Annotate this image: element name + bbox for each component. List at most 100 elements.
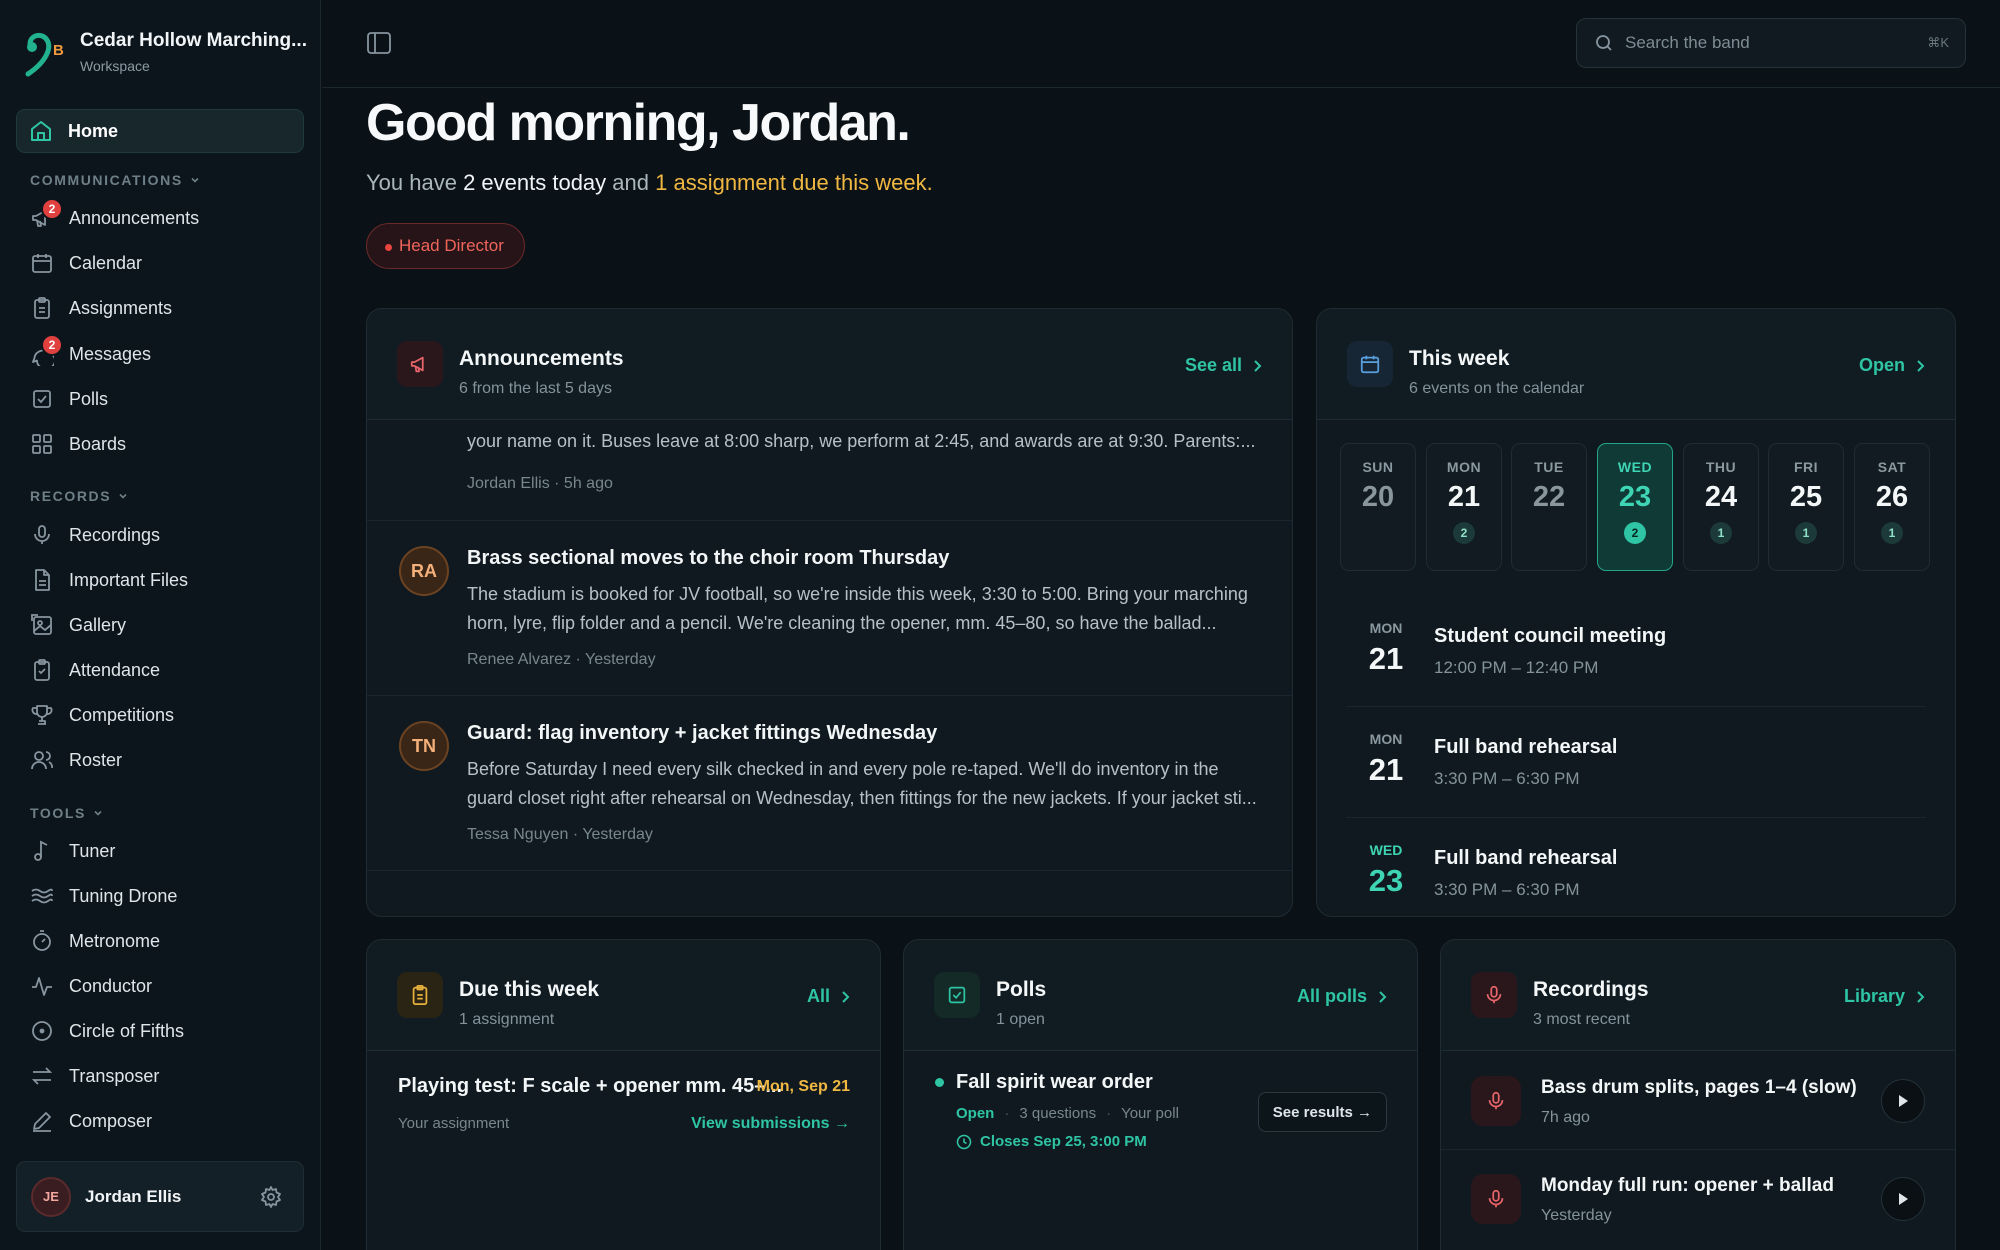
play-button[interactable] <box>1881 1079 1925 1123</box>
section-title: RECORDS <box>30 488 112 504</box>
day-name: SUN <box>1362 459 1394 475</box>
sidebar-item-label: Messages <box>69 343 152 364</box>
event-count-badge: 1 <box>1795 522 1817 544</box>
megaphone-icon: 2 <box>30 198 63 230</box>
sidebar-item-attendance[interactable]: Attendance <box>30 655 160 685</box>
sidebar-item-important-files[interactable]: Important Files <box>30 565 188 595</box>
recording-item[interactable]: Bass drum splits, pages 1–4 (slow) 7h ag… <box>1441 1052 1955 1150</box>
section-records[interactable]: RECORDS <box>30 488 129 504</box>
avatar: TN <box>399 721 449 771</box>
see-results-button[interactable]: See results → <box>1257 1092 1387 1132</box>
event-item[interactable]: MON 21 Student council meeting 12:00 PM … <box>1346 596 1926 707</box>
announcement-meta: Jordan Ellis · 5h ago <box>467 475 613 492</box>
announcement-item[interactable]: your name on it. Buses leave at 8:00 sha… <box>367 421 1292 521</box>
sidebar-item-tuner[interactable]: Tuner <box>30 836 115 866</box>
sidebar-item-announcements[interactable]: 2 Announcements <box>30 198 199 233</box>
day-thu[interactable]: THU 24 1 <box>1683 443 1759 571</box>
sidebar-item-boards[interactable]: Boards <box>30 429 126 459</box>
image-icon <box>30 613 54 637</box>
mic-icon <box>1471 1076 1521 1126</box>
workspace-label: Workspace <box>80 58 150 74</box>
announcement-title: Guard: flag inventory + jacket fittings … <box>467 722 938 744</box>
section-communications[interactable]: COMMUNICATIONS <box>30 172 201 188</box>
clock-icon <box>956 1134 972 1149</box>
sidebar-item-label: Polls <box>69 388 109 409</box>
sidebar-item-roster[interactable]: Roster <box>30 745 122 775</box>
assignment-title: Playing test: F scale + opener mm. 45–..… <box>398 1075 783 1097</box>
card-title: Recordings <box>1533 978 1649 1001</box>
sidebar-item-competitions[interactable]: Competitions <box>30 700 174 730</box>
event-title: Full band rehearsal <box>1434 847 1618 869</box>
day-tue[interactable]: TUE 22 <box>1511 443 1587 571</box>
event-title: Full band rehearsal <box>1434 736 1618 758</box>
all-polls-link[interactable]: All polls <box>1297 986 1387 1007</box>
all-assignments-link[interactable]: All <box>807 986 850 1007</box>
sidebar-item-calendar[interactable]: Calendar <box>30 248 142 278</box>
library-link[interactable]: Library <box>1844 986 1925 1007</box>
event-item[interactable]: WED 23 Full band rehearsal 3:30 PM – 6:3… <box>1346 818 1926 913</box>
announcement-body: The stadium is booked for JV football, s… <box>467 584 1248 633</box>
brand[interactable]: B Cedar Hollow Marching... Workspace <box>22 30 307 80</box>
card-header: Recordings 3 most recent Library <box>1441 940 1955 1051</box>
assignment-due-link[interactable]: 1 assignment due this week. <box>655 170 933 195</box>
sidebar-item-gallery[interactable]: Gallery <box>30 610 126 640</box>
sidebar-item-circle-of-fifths[interactable]: Circle of Fifths <box>30 1016 184 1046</box>
see-all-link[interactable]: See all <box>1185 355 1262 376</box>
sidebar-item-transposer[interactable]: Transposer <box>30 1061 159 1091</box>
play-button[interactable] <box>1881 1177 1925 1221</box>
waves-icon <box>30 884 54 908</box>
assignment-owner: Your assignment <box>398 1115 510 1132</box>
music-note-icon <box>30 839 54 863</box>
search-input[interactable]: Search the band ⌘K <box>1576 18 1966 68</box>
user-menu[interactable]: JE Jordan Ellis <box>16 1161 304 1232</box>
gear-icon[interactable] <box>259 1185 283 1209</box>
sidebar-item-tuning-drone[interactable]: Tuning Drone <box>30 881 177 911</box>
day-fri[interactable]: FRI 25 1 <box>1768 443 1844 571</box>
section-tools[interactable]: TOOLS <box>30 805 104 821</box>
day-name: SAT <box>1877 459 1907 475</box>
announcement-item[interactable]: TN Guard: flag inventory + jacket fittin… <box>367 696 1292 871</box>
event-time: 3:30 PM – 6:30 PM <box>1434 880 1580 899</box>
chevron-right-icon <box>842 990 850 1003</box>
chevron-down-icon <box>191 177 199 183</box>
user-name: Jordan Ellis <box>85 1186 182 1206</box>
sidebar-item-polls[interactable]: Polls <box>30 384 108 414</box>
event-time: 12:00 PM – 12:40 PM <box>1434 658 1599 677</box>
chevron-right-icon <box>1917 990 1925 1003</box>
open-calendar-link[interactable]: Open <box>1859 355 1925 376</box>
day-mon[interactable]: MON 21 2 <box>1426 443 1502 571</box>
sidebar-item-home[interactable]: Home <box>16 109 304 153</box>
events-today-link[interactable]: 2 events today <box>463 170 606 195</box>
sidebar-item-composer[interactable]: Composer <box>30 1106 152 1136</box>
day-number: 22 <box>1532 481 1566 513</box>
card-header: Announcements 6 from the last 5 days See… <box>367 309 1292 420</box>
due-this-week-card: Due this week 1 assignment All Playing t… <box>366 939 881 1250</box>
calendar-icon <box>30 251 54 275</box>
mic-icon <box>1471 1174 1521 1224</box>
sidebar-item-metronome[interactable]: Metronome <box>30 926 160 956</box>
sidebar-item-conductor[interactable]: Conductor <box>30 971 152 1001</box>
sidebar-item-messages[interactable]: 2 Messages <box>30 334 152 369</box>
sidebar-item-label: Recordings <box>69 524 161 545</box>
recording-item[interactable]: Monday full run: opener + ballad Yesterd… <box>1441 1150 1955 1248</box>
day-sat[interactable]: SAT 26 1 <box>1854 443 1930 571</box>
event-title: Student council meeting <box>1434 625 1667 647</box>
announcement-item[interactable]: RA Brass sectional moves to the choir ro… <box>367 521 1292 696</box>
chevron-right-icon <box>1917 359 1925 372</box>
sidebar-toggle-icon[interactable] <box>366 30 392 56</box>
megaphone-icon <box>397 341 443 387</box>
sidebar-item-recordings[interactable]: Recordings <box>30 520 160 550</box>
event-day-number: 21 <box>1368 641 1404 676</box>
separator: · <box>1004 1105 1010 1122</box>
day-sun[interactable]: SUN 20 <box>1340 443 1416 571</box>
event-day-of-week: MON <box>1369 620 1403 636</box>
sidebar-item-assignments[interactable]: Assignments <box>30 293 172 323</box>
search-icon <box>1595 34 1613 52</box>
clipboard-icon <box>397 972 443 1018</box>
event-item[interactable]: MON 21 Full band rehearsal 3:30 PM – 6:3… <box>1346 707 1926 818</box>
view-submissions-link[interactable]: View submissions → <box>691 1115 850 1133</box>
day-wed-today[interactable]: WED 23 2 <box>1597 443 1673 571</box>
link-label: Library <box>1843 986 1905 1006</box>
card-title: Polls <box>996 978 1047 1001</box>
sidebar-item-label: Transposer <box>69 1065 160 1086</box>
